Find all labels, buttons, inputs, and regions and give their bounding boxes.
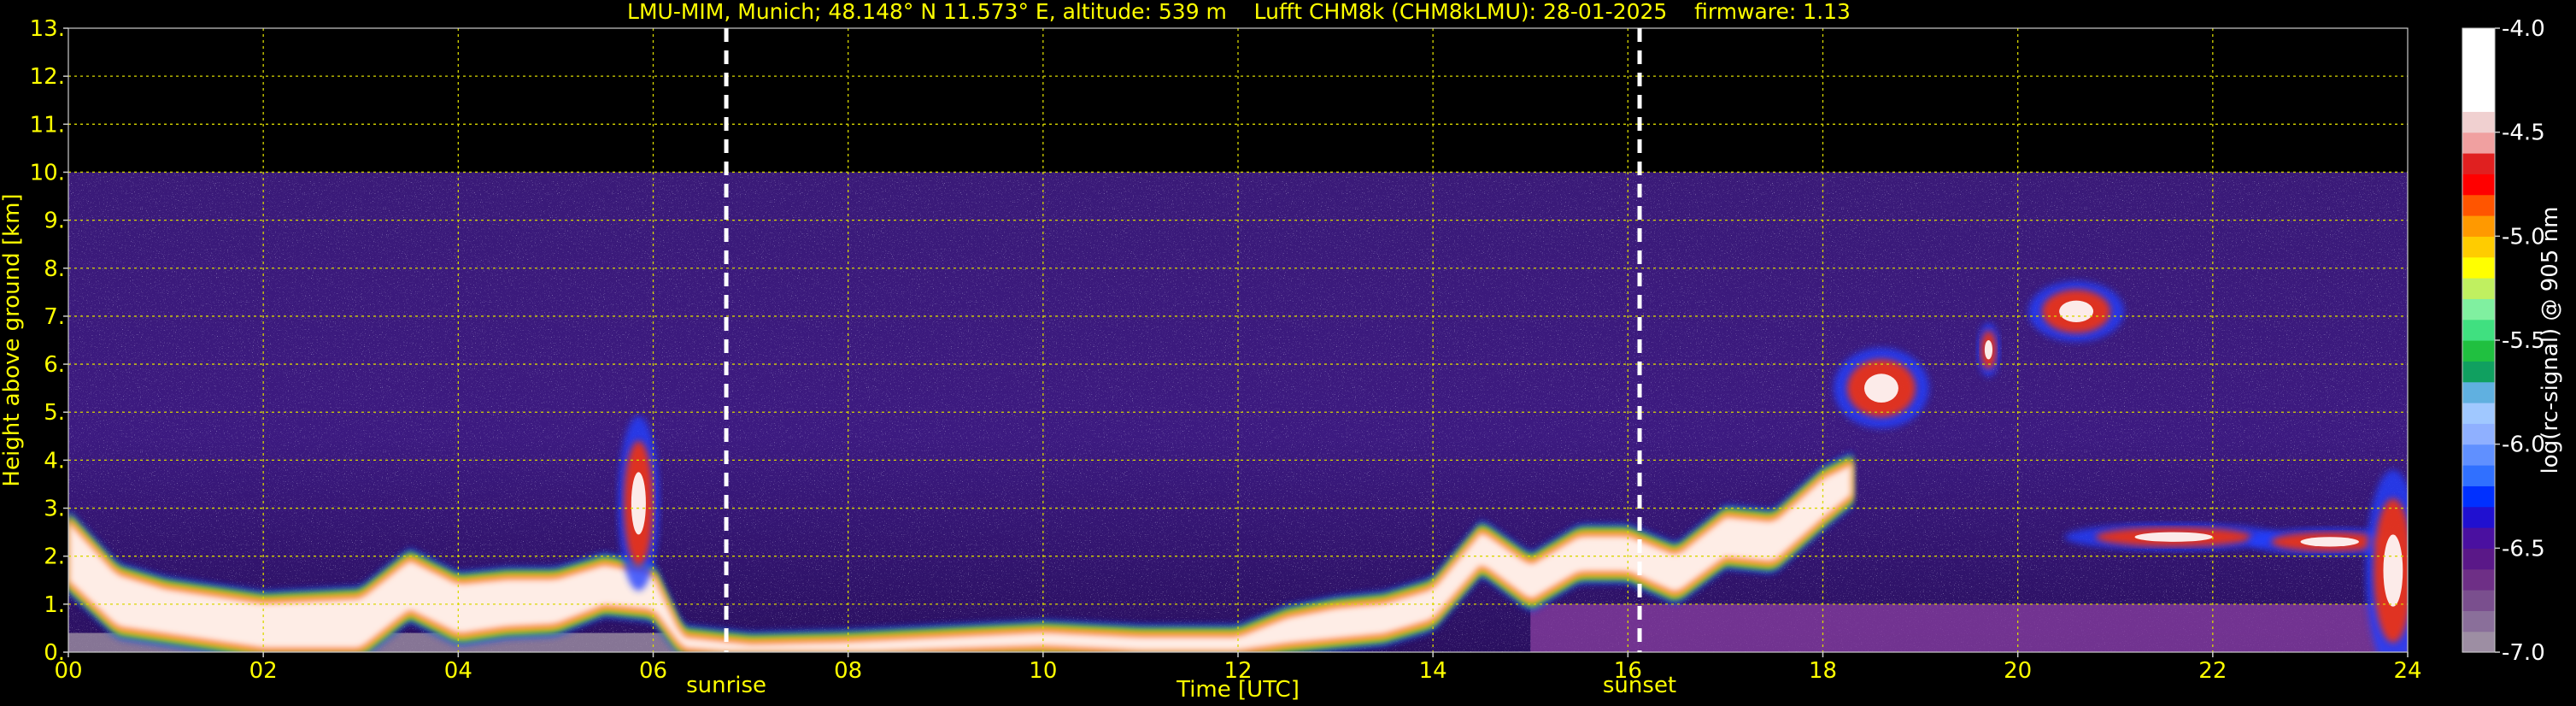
y-axis-ticks: 0. 1. 2. 3. 4. 5. 6. 7. 8. 9. 10. 11. 12. 13. <box>30 16 68 666</box>
residual-layer <box>1530 603 2408 652</box>
x-tick-label: 20 <box>2004 658 2032 684</box>
colorbar-segment <box>2462 236 2495 258</box>
colorbar-tick-label: -7.0 <box>2502 640 2545 666</box>
x-tick-label: 06 <box>639 658 667 684</box>
colorbar-segment <box>2462 215 2495 237</box>
chart-title: LMU-MIM, Munich; 48.148° N 11.573° E, al… <box>627 0 1851 24</box>
colorbar-segment <box>2462 568 2495 591</box>
colorbar-segment <box>2462 278 2495 299</box>
cloud-feature-peak <box>1984 340 1993 360</box>
y-tick-label: 12. <box>30 64 65 90</box>
colorbar-tick-label: -4.0 <box>2502 16 2545 42</box>
cloud-feature-peak <box>2059 300 2094 322</box>
y-axis-label: Height above ground [km] <box>0 193 25 486</box>
cloud-feature-peak <box>2383 534 2403 607</box>
y-tick-label: 11. <box>30 112 65 138</box>
x-tick-label: 08 <box>834 658 862 684</box>
colorbar-segment <box>2462 361 2495 383</box>
cloud-feature-peak <box>2134 532 2213 542</box>
ceilometer-chart: LMU-MIM, Munich; 48.148° N 11.573° E, al… <box>0 0 2563 703</box>
colorbar-segment <box>2462 28 2495 50</box>
colorbar <box>2462 27 2496 653</box>
y-tick-label: 1. <box>44 592 65 618</box>
colorbar-segment <box>2462 174 2495 196</box>
colorbar-segment <box>2462 256 2495 279</box>
x-tick-label: 14 <box>1419 658 1447 684</box>
x-axis-label: Time [UTC] <box>1176 677 1300 703</box>
colorbar-segment <box>2462 298 2495 321</box>
colorbar-tick-label: -4.5 <box>2502 121 2545 146</box>
colorbar-segment <box>2462 465 2495 486</box>
colorbar-segment <box>2462 91 2495 112</box>
colorbar-segment <box>2462 132 2495 154</box>
colorbar-segment <box>2462 590 2495 611</box>
colorbar-segment <box>2462 69 2495 91</box>
colorbar-label: log(rc-signal) @ 905 nm <box>2538 207 2563 474</box>
colorbar-segment <box>2462 340 2495 362</box>
cloud-feature-peak <box>631 472 646 535</box>
x-tick-label: 02 <box>249 658 278 684</box>
y-tick-label: 0. <box>44 640 65 666</box>
plot-area: sunrise sunset <box>67 27 2409 698</box>
event-label: sunrise <box>686 673 766 698</box>
y-tick-label: 7. <box>44 304 65 330</box>
colorbar-tick-label: -6.5 <box>2502 536 2545 562</box>
x-tick-label: 22 <box>2198 658 2227 684</box>
colorbar-segment <box>2462 423 2495 445</box>
y-tick-label: 4. <box>44 448 65 474</box>
colorbar-segment <box>2462 153 2495 174</box>
colorbar-segment <box>2462 631 2495 653</box>
colorbar-segment <box>2462 111 2495 133</box>
colorbar-segment <box>2462 403 2495 424</box>
x-tick-label: 04 <box>444 658 472 684</box>
y-tick-label: 10. <box>30 160 65 185</box>
colorbar-segment <box>2462 49 2495 71</box>
colorbar-segment <box>2462 506 2495 528</box>
x-tick-label: 16 <box>1614 658 1642 684</box>
y-tick-label: 9. <box>44 209 65 234</box>
y-tick-label: 6. <box>44 352 65 378</box>
y-tick-label: 2. <box>44 544 65 570</box>
colorbar-segment <box>2462 381 2495 403</box>
y-tick-label: 3. <box>44 497 65 522</box>
colorbar-segment <box>2462 444 2495 466</box>
colorbar-segment <box>2462 527 2495 549</box>
cloud-feature-peak <box>1863 374 1898 403</box>
x-tick-label: 18 <box>1809 658 1837 684</box>
y-tick-label: 13. <box>30 16 65 42</box>
y-tick-label: 5. <box>44 400 65 426</box>
cloud-feature-peak <box>2300 537 2359 547</box>
colorbar-segment <box>2462 194 2495 216</box>
colorbar-segment <box>2462 485 2495 508</box>
y-tick-label: 8. <box>44 256 65 282</box>
colorbar-segment <box>2462 610 2495 632</box>
x-tick-label: 10 <box>1029 658 1057 684</box>
colorbar-segment <box>2462 319 2495 341</box>
x-tick-label: 24 <box>2393 658 2421 684</box>
colorbar-segment <box>2462 548 2495 570</box>
